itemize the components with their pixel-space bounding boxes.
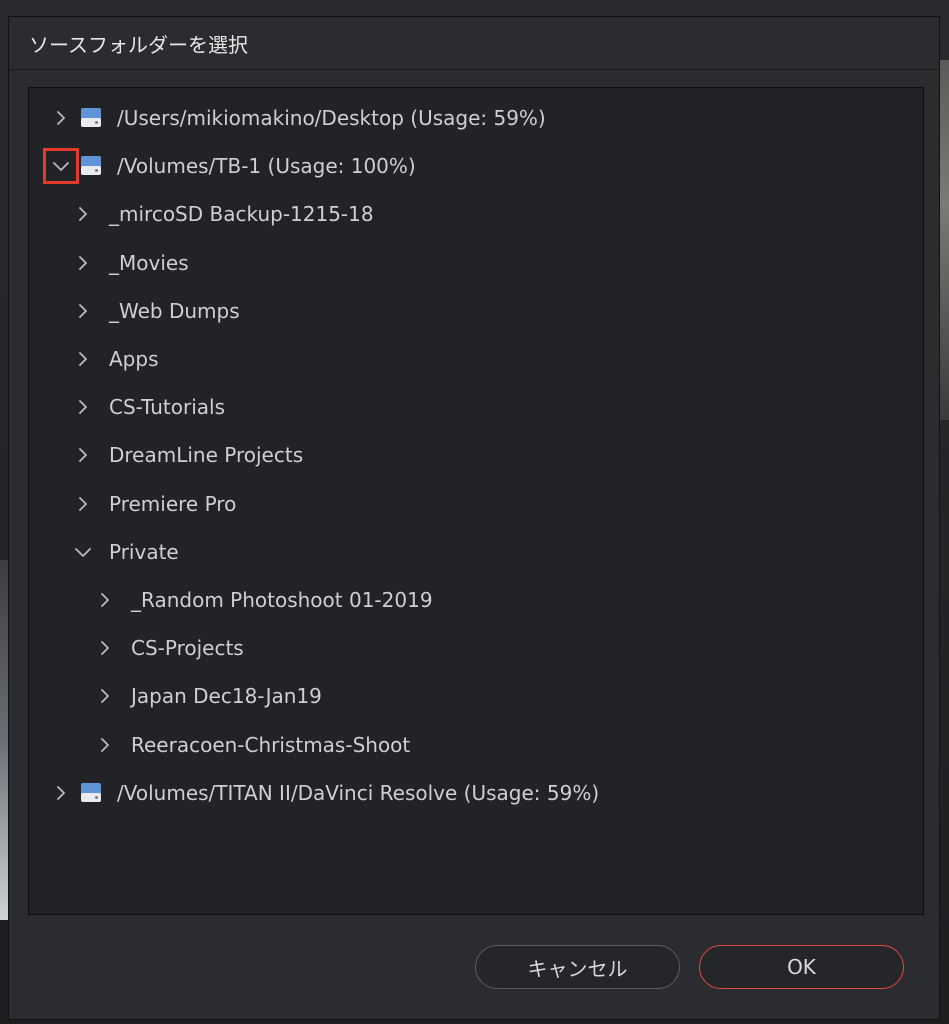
tree-row-folder[interactable]: _Web Dumps [29, 287, 923, 335]
dialog-buttons: キャンセル OK [9, 945, 939, 991]
tree-row-label: CS-Projects [131, 636, 244, 661]
ok-button[interactable]: OK [699, 945, 904, 989]
chevron-right-icon[interactable] [49, 781, 73, 805]
tree-row-label: _mircoSD Backup-1215-18 [109, 202, 374, 227]
chevron-right-icon[interactable] [93, 588, 117, 612]
chevron-right-icon[interactable] [93, 684, 117, 708]
tree-row-label: _Movies [109, 250, 189, 275]
chevron-down-icon[interactable] [71, 540, 95, 564]
tree-row-label: /Users/mikiomakino/Desktop (Usage: 59%) [117, 106, 546, 131]
tree-row-label: DreamLine Projects [109, 443, 304, 468]
chevron-right-icon[interactable] [71, 395, 95, 419]
dialog-title-bar: ソースフォルダーを選択 [9, 17, 939, 70]
tree-row-folder[interactable]: Reeracoen-Christmas-Shoot [29, 720, 923, 768]
tree-row-folder[interactable]: Apps [29, 335, 923, 383]
chevron-right-icon[interactable] [93, 636, 117, 660]
chevron-right-icon[interactable] [93, 733, 117, 757]
tree-row-label: Private [109, 539, 179, 564]
tree-row-label: /Volumes/TITAN II/DaVinci Resolve (Usage… [117, 780, 600, 805]
tree-row-drive[interactable]: /Volumes/TITAN II/DaVinci Resolve (Usage… [29, 769, 923, 817]
chevron-right-icon[interactable] [71, 492, 95, 516]
folder-tree[interactable]: /Users/mikiomakino/Desktop (Usage: 59%) /… [28, 87, 924, 915]
tree-row-folder[interactable]: Premiere Pro [29, 480, 923, 528]
tree-row-folder[interactable]: Japan Dec18-Jan19 [29, 672, 923, 720]
tree-row-label: Japan Dec18-Jan19 [131, 684, 322, 709]
chevron-right-icon[interactable] [49, 106, 73, 130]
tree-row-label: /Volumes/TB-1 (Usage: 100%) [117, 154, 416, 179]
tree-row-label: Premiere Pro [109, 491, 237, 516]
drive-icon [79, 155, 103, 177]
dialog-title: ソースフォルダーを選択 [29, 32, 248, 57]
cancel-button[interactable]: キャンセル [475, 945, 680, 989]
select-source-folder-dialog: ソースフォルダーを選択 /Users/mikiomakino/Desktop (… [8, 16, 940, 1020]
chevron-right-icon[interactable] [71, 299, 95, 323]
chevron-right-icon[interactable] [71, 443, 95, 467]
tree-row-folder[interactable]: CS-Projects [29, 624, 923, 672]
tree-row-folder[interactable]: Private [29, 528, 923, 576]
tree-row-folder[interactable]: _Movies [29, 239, 923, 287]
background-preview-right [939, 60, 949, 420]
chevron-down-icon[interactable] [43, 148, 79, 185]
tree-row-folder[interactable]: _Random Photoshoot 01-2019 [29, 576, 923, 624]
tree-row-drive[interactable]: /Volumes/TB-1 (Usage: 100%) [29, 142, 923, 190]
tree-row-folder[interactable]: _mircoSD Backup-1215-18 [29, 190, 923, 238]
tree-row-drive[interactable]: /Users/mikiomakino/Desktop (Usage: 59%) [29, 94, 923, 142]
tree-row-label: _Random Photoshoot 01-2019 [131, 587, 433, 612]
chevron-right-icon[interactable] [71, 347, 95, 371]
tree-row-label: Apps [109, 347, 159, 372]
chevron-right-icon[interactable] [71, 251, 95, 275]
tree-row-label: Reeracoen-Christmas-Shoot [131, 732, 411, 757]
chevron-right-icon[interactable] [71, 202, 95, 226]
tree-row-label: _Web Dumps [109, 298, 240, 323]
tree-row-folder[interactable]: CS-Tutorials [29, 383, 923, 431]
tree-row-folder[interactable]: DreamLine Projects [29, 431, 923, 479]
drive-icon [79, 782, 103, 804]
tree-row-label: CS-Tutorials [109, 395, 225, 420]
drive-icon [79, 107, 103, 129]
